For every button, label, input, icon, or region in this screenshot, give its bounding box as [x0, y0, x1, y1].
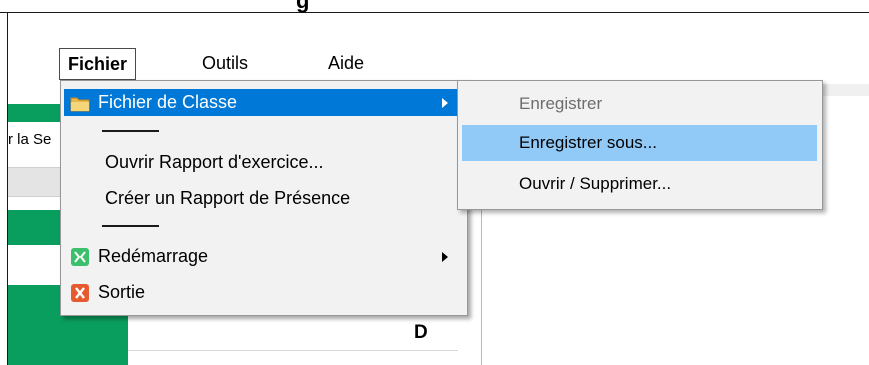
submenu-item-label: Ouvrir / Supprimer...: [519, 174, 672, 193]
toolbar-strip: [820, 84, 869, 96]
menu-item-label: Fichier de Classe: [98, 92, 238, 112]
fichier-dropdown: Fichier de Classe Ouvrir Rapport d'exerc…: [60, 80, 468, 316]
restart-icon: [70, 247, 90, 266]
submenu-item-label: Enregistrer: [519, 94, 603, 113]
submenu-arrow-icon: [442, 98, 448, 108]
window-title: g: [296, 0, 310, 13]
exit-icon: [70, 283, 90, 302]
grid-line: [128, 350, 458, 351]
column-header-d: D: [414, 322, 428, 343]
title-bar: g: [0, 0, 869, 13]
menu-bar: Fichier Outils Aide: [8, 48, 869, 81]
submenu-item-ouvrir-supprimer[interactable]: Ouvrir / Supprimer...: [462, 166, 817, 202]
menu-item-creer-rapport[interactable]: Créer un Rapport de Présence: [64, 185, 462, 212]
menu-item-sortie[interactable]: Sortie: [64, 279, 462, 306]
menu-item-ouvrir-rapport[interactable]: Ouvrir Rapport d'exercice...: [64, 149, 462, 176]
menu-item-label: Créer un Rapport de Présence: [105, 188, 351, 208]
menu-separator: [102, 130, 159, 132]
menu-item-label: Redémarrage: [98, 246, 209, 266]
menu-item-label: Ouvrir Rapport d'exercice...: [105, 152, 324, 172]
menu-outils[interactable]: Outils: [194, 48, 256, 78]
menu-item-fichier-de-classe[interactable]: Fichier de Classe: [64, 89, 462, 116]
fichier-de-classe-submenu: Enregistrer Enregistrer sous... Ouvrir /…: [457, 80, 823, 210]
menu-fichier[interactable]: Fichier: [59, 48, 137, 80]
menu-aide[interactable]: Aide: [320, 48, 372, 78]
menu-item-redemarrage[interactable]: Redémarrage: [64, 243, 462, 270]
submenu-item-enregistrer-sous[interactable]: Enregistrer sous...: [462, 125, 817, 161]
left-panel-label: r la Se: [8, 131, 52, 148]
folder-icon: [70, 93, 90, 112]
submenu-arrow-icon: [442, 252, 448, 262]
submenu-item-enregistrer[interactable]: Enregistrer: [462, 86, 817, 122]
menu-separator: [102, 225, 159, 227]
menu-item-label: Sortie: [98, 282, 146, 302]
submenu-item-label: Enregistrer sous...: [519, 133, 657, 152]
